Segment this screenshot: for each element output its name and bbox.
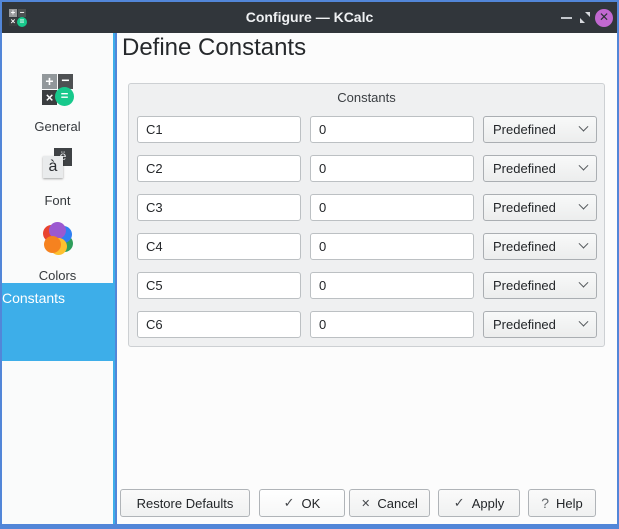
question-mark-icon: ? [541,495,549,511]
constants-settings-panel: Define Constants Constants Predefined Pr… [117,33,617,524]
button-label: Restore Defaults [137,496,234,511]
button-label: Cancel [377,496,417,511]
dropdown-selected-value: Predefined [493,317,556,332]
restore-icon [576,8,594,27]
calc-plus-quadrant: + [42,74,57,89]
dropdown-selected-value: Predefined [493,239,556,254]
chevron-down-icon [579,317,589,327]
cancel-button[interactable]: ✕ Cancel [349,489,430,517]
constant-type-dropdown-c2[interactable]: Predefined [483,155,597,182]
constant-name-input-c3[interactable] [137,194,301,221]
button-label: OK [302,496,321,511]
calc-equals-quadrant: = [55,87,74,106]
constants-groupbox: Constants Predefined Predefined Predefin… [128,83,605,347]
restore-defaults-button[interactable]: Restore Defaults [120,489,250,517]
general-calculator-icon: + − × = [41,73,75,107]
close-button[interactable]: ✕ [595,9,613,27]
settings-category-sidebar: + − × = General ë à Font Colors [2,33,115,524]
constant-type-dropdown-c5[interactable]: Predefined [483,272,597,299]
check-icon: ✓ [454,495,465,511]
constant-value-input-c1[interactable] [310,116,474,143]
chevron-down-icon [579,122,589,132]
colors-pinwheel-icon [41,222,75,256]
dropdown-selected-value: Predefined [493,200,556,215]
chevron-down-icon [579,278,589,288]
constant-name-input-c1[interactable] [137,116,301,143]
chevron-down-icon [579,200,589,210]
help-button[interactable]: ? Help [528,489,596,517]
constant-type-dropdown-c1[interactable]: Predefined [483,116,597,143]
titlebar[interactable]: + − × = Configure — KCalc ✕ [2,2,617,33]
apply-button[interactable]: ✓ Apply [438,489,520,517]
dropdown-selected-value: Predefined [493,161,556,176]
constant-name-input-c2[interactable] [137,155,301,182]
constant-type-dropdown-c3[interactable]: Predefined [483,194,597,221]
constant-type-dropdown-c6[interactable]: Predefined [483,311,597,338]
constant-value-input-c6[interactable] [310,311,474,338]
button-label: Apply [472,496,505,511]
constant-value-input-c3[interactable] [310,194,474,221]
window-title: Configure — KCalc [2,2,617,33]
sidebar-item-label: Constants [2,290,113,306]
dropdown-selected-value: Predefined [493,122,556,137]
ok-button[interactable]: ✓ OK [259,489,345,517]
chevron-down-icon [579,239,589,249]
sidebar-item-colors[interactable]: Colors [2,220,113,286]
groupbox-title: Constants [129,90,604,105]
font-icon: ë à [41,147,75,181]
restore-button[interactable] [576,8,594,27]
constant-name-input-c5[interactable] [137,272,301,299]
sidebar-item-label: General [2,119,113,134]
constant-value-input-c2[interactable] [310,155,474,182]
cross-icon: ✕ [361,497,370,510]
minimize-button[interactable] [558,8,576,27]
page-title: Define Constants [122,34,306,62]
chevron-down-icon [579,161,589,171]
dropdown-selected-value: Predefined [493,278,556,293]
configure-dialog-window: + − × = Configure — KCalc ✕ + − × = [0,0,619,529]
sidebar-item-label: Font [2,193,113,208]
constant-name-input-c4[interactable] [137,233,301,260]
sidebar-item-general[interactable]: + − × = General [2,71,113,137]
constant-value-input-c5[interactable] [310,272,474,299]
check-icon: ✓ [284,495,295,511]
constant-type-dropdown-c4[interactable]: Predefined [483,233,597,260]
constant-name-input-c6[interactable] [137,311,301,338]
sidebar-item-constants[interactable]: Constants [2,283,113,361]
sidebar-item-label: Colors [2,268,113,283]
close-icon: ✕ [599,10,609,24]
font-icon-front-letter: à [43,156,63,178]
minimize-icon [561,17,572,19]
constant-value-input-c4[interactable] [310,233,474,260]
sidebar-item-font[interactable]: ë à Font [2,145,113,211]
button-label: Help [556,496,583,511]
